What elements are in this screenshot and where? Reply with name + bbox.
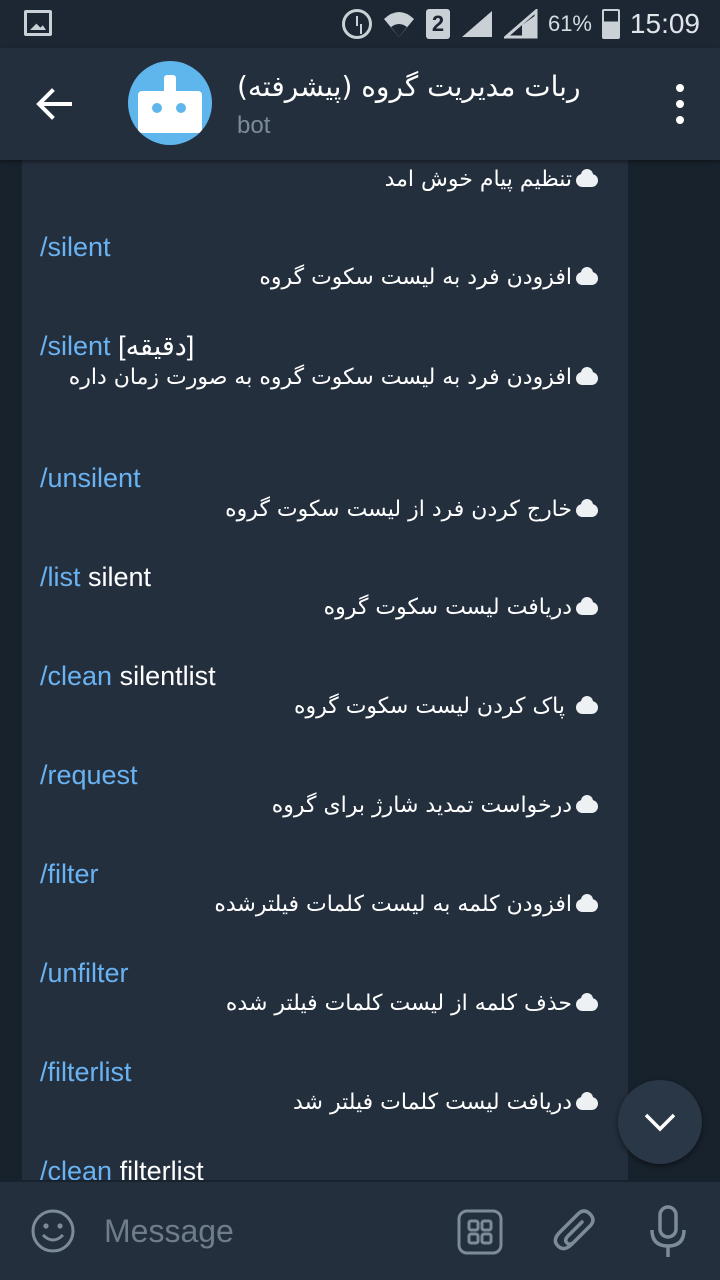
signal-strength-icon-2 <box>501 7 538 39</box>
command-description: افزودن کلمه به لیست کلمات فیلترشده <box>60 889 600 921</box>
command-link[interactable]: /request <box>40 760 138 790</box>
command-description: خارج کردن فرد از لیست سکوت گروه <box>60 494 600 526</box>
command-line: /silent [دقیقه] <box>40 331 194 362</box>
thought-balloon-icon <box>574 893 600 913</box>
command-line: /silent <box>40 232 111 263</box>
command-description: افزودن فرد به لیست سکوت گروه <box>60 262 600 294</box>
thought-balloon-icon <box>574 366 600 386</box>
chat-header: ربات مدیریت گروه (پیشرفته) bot <box>0 48 720 160</box>
command-link[interactable]: /filter <box>40 859 99 889</box>
command-args: filterlist <box>119 1156 204 1180</box>
thought-balloon-icon <box>574 266 600 286</box>
command-link[interactable]: /silent <box>40 331 111 361</box>
command-link[interactable]: /silent <box>40 232 111 262</box>
command-line: /filterlist <box>40 1057 132 1088</box>
command-link[interactable]: /unsilent <box>40 463 141 493</box>
chevron-down-icon <box>644 1113 676 1132</box>
sim-slot-indicator: 2 <box>425 9 450 39</box>
back-button[interactable] <box>28 78 80 130</box>
command-line: /request <box>40 760 138 791</box>
command-link[interactable]: /clean <box>40 661 112 691</box>
thought-balloon-icon <box>574 695 600 715</box>
scroll-down-button[interactable] <box>618 1080 702 1164</box>
message-composer <box>0 1182 720 1280</box>
command-args: silent <box>88 562 152 592</box>
robot-antenna <box>164 75 176 91</box>
command-description: پاک کردن لیست سکوت گروه <box>60 691 600 723</box>
gallery-notification-icon <box>24 10 52 36</box>
command-description: دریافت لیست سکوت گروه <box>60 592 600 624</box>
command-args: silentlist <box>119 661 216 691</box>
command-description: دریافت لیست کلمات فیلتر شد <box>60 1087 600 1119</box>
clock: 15:09 <box>629 8 700 39</box>
chat-title[interactable]: ربات مدیریت گروه (پیشرفته) <box>237 70 637 103</box>
back-arrow-icon <box>36 88 72 120</box>
message-input[interactable] <box>104 1208 424 1254</box>
command-args: [دقیقه] <box>118 331 195 361</box>
command-link[interactable]: /filterlist <box>40 1057 132 1087</box>
emoji-icon[interactable] <box>30 1208 76 1254</box>
command-link[interactable]: /clean <box>40 1156 112 1180</box>
command-link[interactable]: /list <box>40 562 81 592</box>
chat-title-text: ربات مدیریت گروه (پیشرفته) <box>237 70 581 103</box>
command-line: /list silent <box>40 562 151 593</box>
message-list[interactable]: تنظیم پیام خوش امد /silent افزودن فرد به… <box>0 160 720 1180</box>
avatar[interactable] <box>128 61 212 145</box>
microphone-icon[interactable] <box>646 1204 690 1260</box>
thought-balloon-icon <box>574 596 600 616</box>
menu-dots-icon[interactable] <box>672 84 688 124</box>
thought-balloon-icon <box>574 1091 600 1111</box>
command-link[interactable]: /unfilter <box>40 958 129 988</box>
bot-commands-icon[interactable] <box>456 1208 504 1256</box>
alarm-icon <box>341 9 372 39</box>
command-line: /clean silentlist <box>40 661 216 692</box>
battery-icon <box>602 9 620 39</box>
command-description: افزودن فرد به لیست سکوت گروه به صورت زما… <box>60 362 600 394</box>
wifi-icon <box>382 9 416 39</box>
command-line: /filter <box>40 859 99 890</box>
thought-balloon-icon <box>574 794 600 814</box>
paperclip-icon[interactable] <box>552 1206 600 1258</box>
thought-balloon-icon <box>574 168 600 188</box>
signal-strength-icon <box>460 9 494 39</box>
chat-subtitle: bot <box>237 112 271 139</box>
command-line: /unfilter <box>40 958 129 989</box>
command-line: /unsilent <box>40 463 141 494</box>
command-line: /clean filterlist <box>40 1156 204 1180</box>
status-icons: 2 61% <box>341 6 620 42</box>
command-description: حذف کلمه از لیست کلمات فیلتر شده <box>60 988 600 1020</box>
thought-balloon-icon <box>574 498 600 518</box>
thought-balloon-icon <box>574 992 600 1012</box>
battery-percent: 61% <box>547 11 592 36</box>
status-bar: 2 61% 15:09 <box>0 0 720 48</box>
robot-icon <box>138 91 202 133</box>
command-description: درخواست تمدید شارژ برای گروه <box>60 790 600 822</box>
command-description: تنظیم پیام خوش امد <box>60 164 600 196</box>
